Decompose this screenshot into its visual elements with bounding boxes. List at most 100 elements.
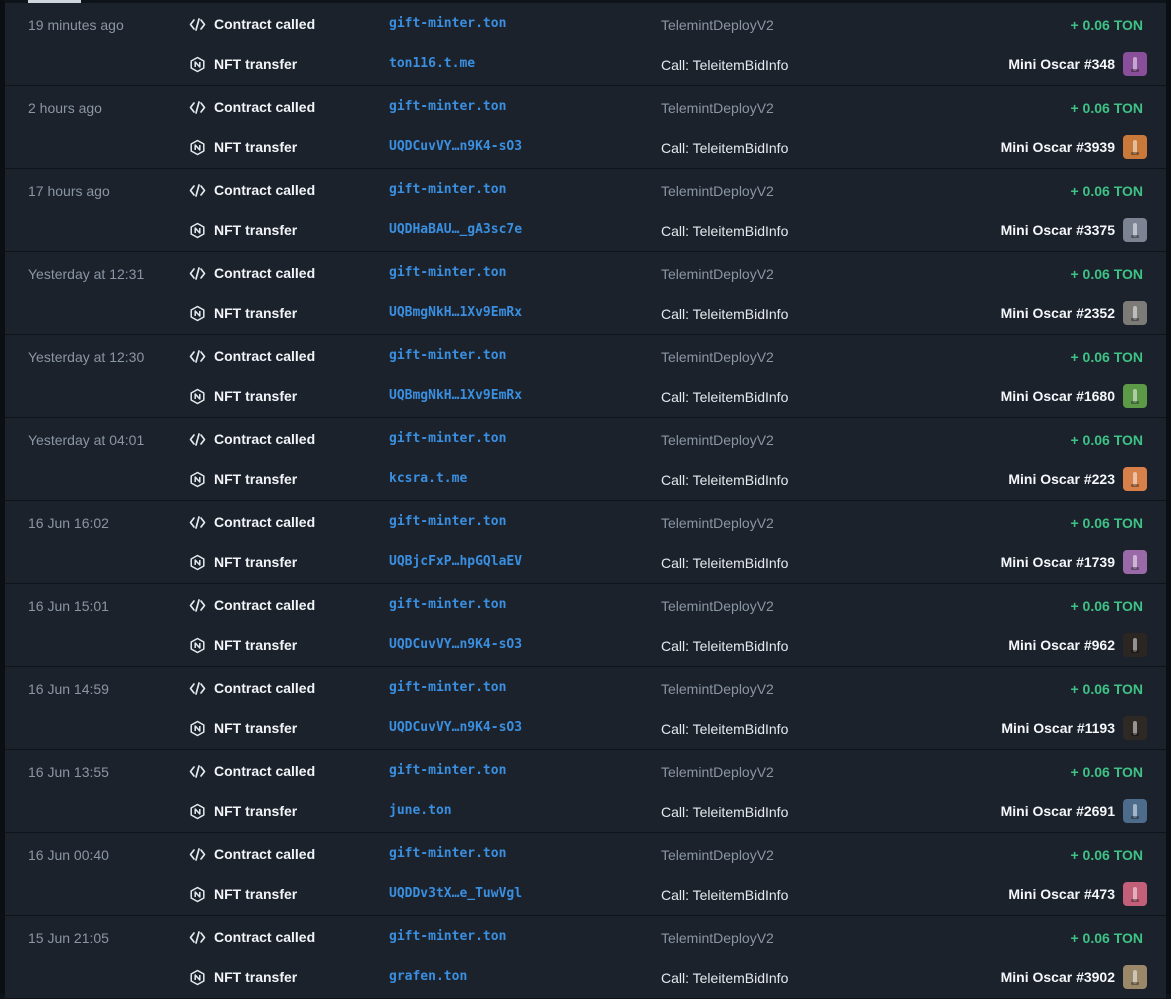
nft-thumbnail[interactable] [1123, 467, 1147, 491]
recipient-address-link[interactable]: grafen.ton [389, 969, 467, 984]
recipient-address-link[interactable]: UQDCuvVY…n9K4-sO3 [389, 720, 522, 735]
nft-thumbnail[interactable] [1123, 301, 1147, 325]
nft-thumbnail[interactable] [1123, 384, 1147, 408]
transaction-group[interactable]: 15 Jun 21:05 Contract called gift-minter… [5, 916, 1166, 999]
nft-item[interactable]: Mini Oscar #1193 [1001, 715, 1147, 741]
contract-call-row[interactable]: 16 Jun 16:02 Contract called gift-minter… [5, 512, 1166, 532]
nft-thumbnail[interactable] [1123, 882, 1147, 906]
nft-transfer-row[interactable]: NFT transfer kcsra.t.me Call: TeleitemBi… [5, 466, 1166, 492]
nft-item[interactable]: Mini Oscar #3939 [1001, 134, 1147, 160]
nft-item[interactable]: Mini Oscar #962 [1008, 632, 1147, 658]
contract-address-link[interactable]: gift-minter.ton [389, 431, 506, 446]
contract-address-link[interactable]: gift-minter.ton [389, 348, 506, 363]
nft-diamond-icon [189, 637, 206, 654]
contract-address-link[interactable]: gift-minter.ton [389, 763, 506, 778]
contract-address-link[interactable]: gift-minter.ton [389, 680, 506, 695]
nft-thumbnail[interactable] [1123, 550, 1147, 574]
transaction-group[interactable]: Yesterday at 12:31 Contract called gift-… [5, 252, 1166, 335]
contract-address-link[interactable]: gift-minter.ton [389, 846, 506, 861]
nft-transfer-row[interactable]: NFT transfer UQDDv3tX…e_TuwVgl Call: Tel… [5, 881, 1166, 907]
contract-address-link[interactable]: gift-minter.ton [389, 929, 506, 944]
nft-thumbnail[interactable] [1123, 716, 1147, 740]
transaction-time: Yesterday at 12:30 [28, 349, 145, 365]
contract-address-link[interactable]: gift-minter.ton [389, 182, 506, 197]
contract-address-link[interactable]: gift-minter.ton [389, 16, 506, 31]
recipient-address-link[interactable]: june.ton [389, 803, 452, 818]
recipient-address-link[interactable]: UQDHaBAU…_gA3sc7e [389, 222, 522, 237]
contract-call-row[interactable]: 16 Jun 15:01 Contract called gift-minter… [5, 595, 1166, 615]
nft-transfer-row[interactable]: NFT transfer UQBmgNkH…1Xv9EmRx Call: Tel… [5, 383, 1166, 409]
transaction-group[interactable]: 16 Jun 00:40 Contract called gift-minter… [5, 833, 1166, 916]
transaction-group[interactable]: Yesterday at 04:01 Contract called gift-… [5, 418, 1166, 501]
nft-item[interactable]: Mini Oscar #1680 [1001, 383, 1147, 409]
page-edge-right [1166, 0, 1171, 994]
transaction-group[interactable]: 16 Jun 13:55 Contract called gift-minter… [5, 750, 1166, 833]
contract-call-row[interactable]: 17 hours ago Contract called gift-minter… [5, 180, 1166, 200]
nft-diamond-icon [189, 222, 206, 239]
nft-name: Mini Oscar #1193 [1001, 720, 1115, 736]
action-label: Contract called [214, 348, 316, 364]
recipient-address-link[interactable]: UQBjcFxP…hpGQlaEV [389, 554, 522, 569]
nft-item[interactable]: Mini Oscar #1739 [1001, 549, 1147, 575]
nft-transfer-row[interactable]: NFT transfer UQDCuvVY…n9K4-sO3 Call: Tel… [5, 134, 1166, 160]
contract-address-link[interactable]: gift-minter.ton [389, 265, 506, 280]
nft-item[interactable]: Mini Oscar #473 [1008, 881, 1147, 907]
nft-transfer-row[interactable]: NFT transfer UQBmgNkH…1Xv9EmRx Call: Tel… [5, 300, 1166, 326]
contract-address-link[interactable]: gift-minter.ton [389, 99, 506, 114]
nft-thumbnail[interactable] [1123, 52, 1147, 76]
contract-call-row[interactable]: 19 minutes ago Contract called gift-mint… [5, 14, 1166, 34]
recipient-address-link[interactable]: kcsra.t.me [389, 471, 467, 486]
action-label: Contract called [214, 514, 316, 530]
recipient-address-link[interactable]: ton116.t.me [389, 56, 475, 71]
nft-name: Mini Oscar #2691 [1000, 803, 1115, 819]
transaction-group[interactable]: 16 Jun 16:02 Contract called gift-minter… [5, 501, 1166, 584]
nft-item[interactable]: Mini Oscar #2691 [1001, 798, 1147, 824]
nft-item[interactable]: Mini Oscar #223 [1008, 466, 1147, 492]
transaction-time: 16 Jun 13:55 [28, 764, 109, 780]
amount-received: + 0.06 TON [1070, 266, 1143, 282]
transaction-group[interactable]: 2 hours ago Contract called gift-minter.… [5, 86, 1166, 169]
amount-received: + 0.06 TON [1070, 100, 1143, 116]
recipient-address-link[interactable]: UQDCuvVY…n9K4-sO3 [389, 139, 522, 154]
contract-call-row[interactable]: Yesterday at 12:31 Contract called gift-… [5, 263, 1166, 283]
nft-thumbnail[interactable] [1123, 218, 1147, 242]
contract-call-row[interactable]: Yesterday at 12:30 Contract called gift-… [5, 346, 1166, 366]
nft-transfer-row[interactable]: NFT transfer UQDCuvVY…n9K4-sO3 Call: Tel… [5, 715, 1166, 741]
nft-thumbnail[interactable] [1123, 965, 1147, 989]
statuette-base [1131, 152, 1139, 155]
contract-call-row[interactable]: 16 Jun 14:59 Contract called gift-minter… [5, 678, 1166, 698]
nft-transfer-row[interactable]: NFT transfer ton116.t.me Call: TeleitemB… [5, 51, 1166, 77]
transaction-time: 17 hours ago [28, 183, 110, 199]
recipient-address-link[interactable]: UQDDv3tX…e_TuwVgl [389, 886, 522, 901]
nft-thumbnail[interactable] [1123, 799, 1147, 823]
nft-item[interactable]: Mini Oscar #3375 [1001, 217, 1147, 243]
recipient-address-link[interactable]: UQBmgNkH…1Xv9EmRx [389, 305, 522, 320]
transaction-group[interactable]: Yesterday at 12:30 Contract called gift-… [5, 335, 1166, 418]
nft-transfer-row[interactable]: NFT transfer UQDCuvVY…n9K4-sO3 Call: Tel… [5, 632, 1166, 658]
recipient-address-link[interactable]: UQDCuvVY…n9K4-sO3 [389, 637, 522, 652]
nft-transfer-row[interactable]: NFT transfer UQBjcFxP…hpGQlaEV Call: Tel… [5, 549, 1166, 575]
transaction-time: 2 hours ago [28, 100, 102, 116]
nft-item[interactable]: Mini Oscar #3902 [1001, 964, 1147, 990]
nft-item[interactable]: Mini Oscar #348 [1008, 51, 1147, 77]
transaction-group[interactable]: 16 Jun 14:59 Contract called gift-minter… [5, 667, 1166, 750]
transaction-group[interactable]: 16 Jun 15:01 Contract called gift-minter… [5, 584, 1166, 667]
contract-call-row[interactable]: 16 Jun 13:55 Contract called gift-minter… [5, 761, 1166, 781]
nft-item[interactable]: Mini Oscar #2352 [1001, 300, 1147, 326]
transaction-group[interactable]: 19 minutes ago Contract called gift-mint… [5, 3, 1166, 86]
contract-call-row[interactable]: Yesterday at 04:01 Contract called gift-… [5, 429, 1166, 449]
action-label: NFT transfer [214, 803, 298, 819]
contract-call-row[interactable]: 15 Jun 21:05 Contract called gift-minter… [5, 927, 1166, 947]
nft-transfer-row[interactable]: NFT transfer june.ton Call: TeleitemBidI… [5, 798, 1166, 824]
nft-transfer-row[interactable]: NFT transfer UQDHaBAU…_gA3sc7e Call: Tel… [5, 217, 1166, 243]
transaction-group[interactable]: 17 hours ago Contract called gift-minter… [5, 169, 1166, 252]
contract-call-row[interactable]: 16 Jun 00:40 Contract called gift-minter… [5, 844, 1166, 864]
contract-call-row[interactable]: 2 hours ago Contract called gift-minter.… [5, 97, 1166, 117]
nft-thumbnail[interactable] [1123, 633, 1147, 657]
contract-description: TelemintDeployV2 [661, 598, 774, 614]
nft-transfer-row[interactable]: NFT transfer grafen.ton Call: TeleitemBi… [5, 964, 1166, 990]
contract-address-link[interactable]: gift-minter.ton [389, 597, 506, 612]
contract-address-link[interactable]: gift-minter.ton [389, 514, 506, 529]
nft-thumbnail[interactable] [1123, 135, 1147, 159]
recipient-address-link[interactable]: UQBmgNkH…1Xv9EmRx [389, 388, 522, 403]
